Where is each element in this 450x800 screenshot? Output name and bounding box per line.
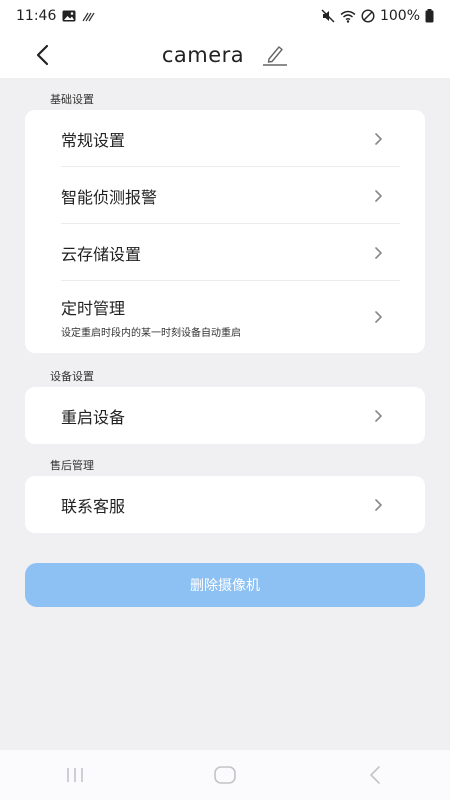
card-after-sales: 联系客服: [25, 476, 425, 533]
navigation-bar: [0, 750, 450, 800]
row-text: 智能侦测报警: [61, 184, 157, 208]
row-label: 云存储设置: [61, 244, 142, 264]
home-icon: [213, 765, 237, 785]
mute-icon: [321, 9, 335, 23]
signal-waves-icon: [82, 10, 96, 22]
back-button[interactable]: [28, 40, 56, 70]
dnd-icon: [361, 9, 375, 23]
row-smart-detection-alarm[interactable]: 智能侦测报警: [25, 167, 425, 224]
system-back-button[interactable]: [345, 755, 405, 795]
row-text: 重启设备: [61, 404, 125, 428]
card-device-settings: 重启设备: [25, 387, 425, 444]
status-right: 100%: [321, 8, 434, 24]
section-label-basic: 基础设置: [50, 93, 94, 106]
row-general-settings[interactable]: 常规设置: [25, 110, 425, 167]
row-cloud-storage-settings[interactable]: 云存储设置: [25, 224, 425, 281]
row-label: 联系客服: [61, 496, 126, 516]
chevron-right-icon: [374, 409, 383, 423]
battery-text: 100%: [379, 8, 420, 24]
chevron-right-icon: [374, 310, 383, 324]
status-bar: 11:46 100%: [0, 0, 450, 32]
delete-camera-button[interactable]: 删除摄像机: [25, 563, 425, 607]
row-text: 联系客服: [61, 493, 125, 517]
home-button[interactable]: [195, 755, 255, 795]
pencil-icon: [262, 44, 288, 66]
image-icon: [62, 10, 76, 22]
chevron-right-icon: [374, 246, 383, 260]
chevron-right-icon: [374, 132, 383, 146]
card-basic-settings: 常规设置 智能侦测报警 云存储设置 定时管理 设定重启时段内的某一时刻设备自动重…: [25, 110, 425, 353]
recents-icon: [64, 766, 86, 784]
chevron-left-icon: [35, 44, 49, 66]
row-text: 常规设置: [61, 127, 125, 151]
chevron-right-icon: [374, 498, 383, 512]
row-label: 智能侦测报警: [61, 187, 158, 207]
row-label: 定时管理: [61, 299, 126, 318]
edit-name-button[interactable]: [262, 44, 288, 66]
row-subtitle: 设定重启时段内的某一时刻设备自动重启: [61, 328, 241, 339]
chevron-right-icon: [374, 189, 383, 203]
section-label-after-sales: 售后管理: [50, 459, 94, 472]
row-text: 定时管理 设定重启时段内的某一时刻设备自动重启: [61, 295, 241, 339]
section-label-device: 设备设置: [50, 370, 94, 383]
row-restart-device[interactable]: 重启设备: [25, 387, 425, 444]
recents-button[interactable]: [45, 755, 105, 795]
row-text: 云存储设置: [61, 241, 141, 265]
page-title: camera: [161, 43, 245, 67]
status-time: 11:46: [16, 8, 57, 24]
header: camera: [0, 32, 450, 78]
page: 11:46 100% camera 基础设置 常规设置 智能侦测报警 云存储设置…: [0, 0, 450, 800]
battery-icon: [425, 9, 434, 23]
row-contact-support[interactable]: 联系客服: [25, 476, 425, 533]
row-label: 常规设置: [61, 130, 126, 150]
row-label: 重启设备: [61, 407, 126, 427]
status-left: 11:46: [16, 8, 96, 24]
wifi-icon: [340, 10, 356, 23]
back-icon: [367, 765, 383, 785]
row-scheduled-management[interactable]: 定时管理 设定重启时段内的某一时刻设备自动重启: [25, 281, 425, 353]
title-wrap: camera: [162, 43, 288, 67]
